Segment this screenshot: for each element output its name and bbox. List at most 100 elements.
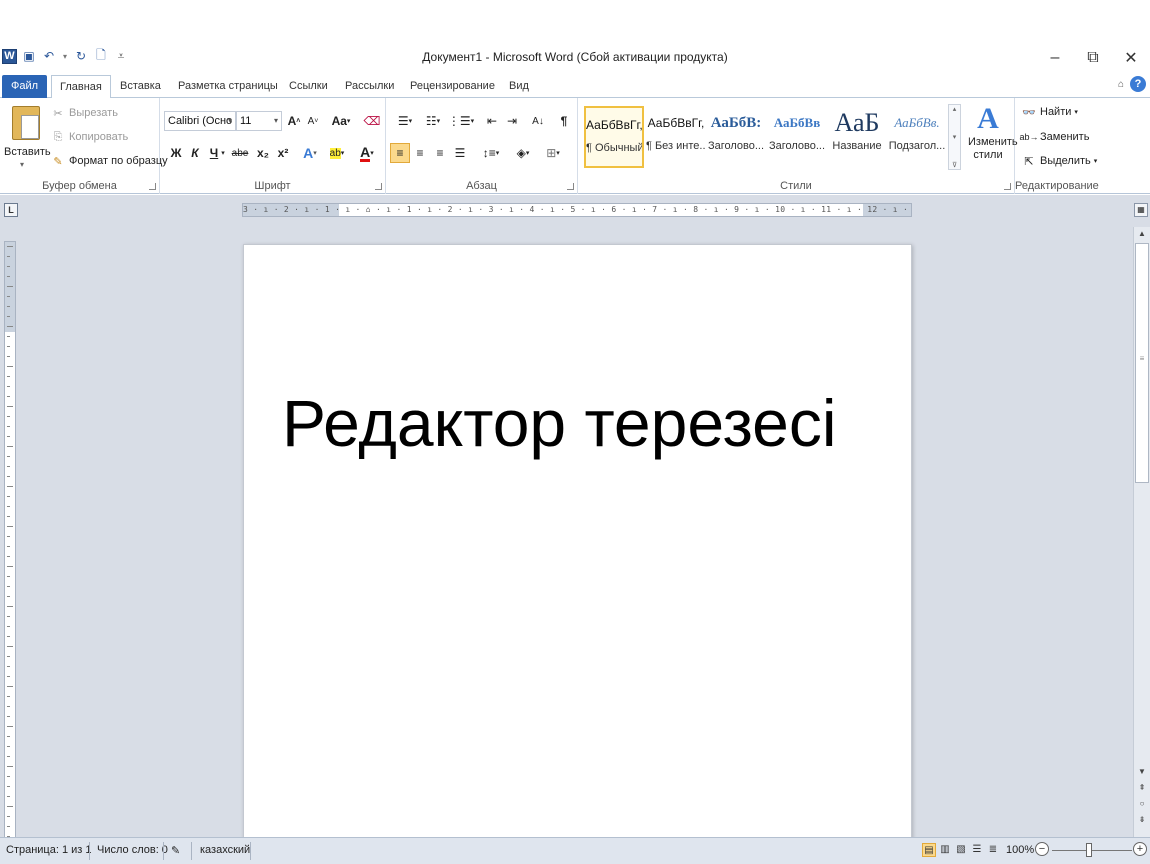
- decrease-indent-button[interactable]: ⇤: [482, 111, 502, 131]
- text-effects-button[interactable]: A ▾: [300, 143, 320, 163]
- line-spacing-button[interactable]: ↕≡ ▾: [478, 143, 504, 163]
- draft-icon[interactable]: ≣: [986, 843, 1000, 857]
- tab-selector[interactable]: L: [4, 203, 18, 217]
- italic-button[interactable]: К: [185, 143, 205, 163]
- zoom-in-icon[interactable]: +: [1133, 842, 1147, 856]
- scroll-down-icon[interactable]: ▼: [1134, 765, 1150, 779]
- print-layout-icon[interactable]: ▤: [922, 843, 936, 857]
- proofing-icon[interactable]: ✎: [171, 844, 180, 857]
- tab-insert[interactable]: Вставка: [112, 75, 169, 98]
- style-no-spacing[interactable]: АаБбВвГг, ¶ Без инте...: [646, 106, 706, 168]
- previous-page-icon[interactable]: ⇞: [1134, 781, 1150, 795]
- tab-home[interactable]: Главная: [51, 75, 111, 99]
- strikethrough-button[interactable]: abe: [230, 143, 250, 163]
- vertical-ruler[interactable]: [4, 241, 16, 841]
- styles-gallery-scroll[interactable]: ▴ ▾ ⊽: [948, 104, 961, 170]
- subscript-button[interactable]: x₂: [253, 143, 273, 163]
- show-marks-button[interactable]: ¶: [554, 111, 574, 131]
- scroll-thumb[interactable]: ≡: [1135, 243, 1149, 483]
- font-color-button[interactable]: A ▾: [355, 143, 379, 163]
- font-name-combo[interactable]: Calibri (Осно ▾: [164, 111, 236, 131]
- zoom-slider-track[interactable]: [1052, 850, 1132, 851]
- document-page[interactable]: Редактор терезесі: [243, 244, 912, 844]
- word-count[interactable]: Число слов: 0: [97, 844, 168, 856]
- change-styles-button[interactable]: A Изменить стили: [964, 102, 1018, 174]
- justify-button[interactable]: ☰: [450, 143, 470, 163]
- minimize-icon[interactable]: –: [1036, 44, 1074, 72]
- align-right-button[interactable]: ≡: [430, 143, 450, 163]
- font-launcher-icon[interactable]: [375, 183, 382, 190]
- paragraph-group: ☰ ▾ ☷ ▾ ⋮☰ ▾ ⇤ ⇥ А↓ ¶ ≡ ≡ ≡ ☰ ↕≡ ▾ ◈ ▾ ⊞ ▾ Абз…: [386, 98, 578, 194]
- vertical-scrollbar[interactable]: ▲ ≡ ▼ ⇞ ○ ⇟: [1133, 227, 1150, 837]
- page-count[interactable]: Страница: 1 из 1: [6, 844, 92, 856]
- tab-references[interactable]: Ссылки: [281, 75, 336, 98]
- find-button[interactable]: 👓 Найти ▾: [1021, 104, 1078, 120]
- find-label: Найти: [1040, 106, 1072, 118]
- bullets-button[interactable]: ☰ ▾: [392, 111, 418, 131]
- cut-button[interactable]: ✂ Вырезать: [50, 105, 118, 121]
- outline-icon[interactable]: ☰: [970, 843, 984, 857]
- multilevel-list-button[interactable]: ⋮☰ ▾: [448, 111, 474, 131]
- replace-button[interactable]: ab→ Заменить: [1020, 129, 1090, 145]
- next-page-icon[interactable]: ⇟: [1134, 813, 1150, 827]
- scroll-up-icon[interactable]: ▴: [953, 105, 957, 113]
- paste-button[interactable]: Вставить ▾: [2, 100, 51, 172]
- ruler-tick: [7, 356, 10, 357]
- increase-indent-button[interactable]: ⇥: [502, 111, 522, 131]
- style-title[interactable]: АаБ Название: [827, 106, 887, 168]
- numbering-button[interactable]: ☷ ▾: [420, 111, 446, 131]
- ruler-tick: [7, 536, 10, 537]
- highlight-button[interactable]: ab ▾: [325, 143, 349, 163]
- select-button[interactable]: ⇱ Выделить ▾: [1021, 153, 1097, 169]
- format-painter-button[interactable]: ✎ Формат по образцу: [50, 153, 167, 169]
- zoom-slider-thumb[interactable]: [1086, 843, 1092, 857]
- align-center-button[interactable]: ≡: [410, 143, 430, 163]
- scroll-up-icon[interactable]: ▲: [1134, 227, 1150, 241]
- superscript-button[interactable]: x²: [273, 143, 293, 163]
- bold-button[interactable]: Ж: [166, 143, 186, 163]
- align-left-button[interactable]: ≡: [390, 143, 410, 163]
- minimize-ribbon-icon[interactable]: ⌂: [1118, 79, 1124, 90]
- web-layout-icon[interactable]: ▧: [954, 843, 968, 857]
- ruler-tick: [7, 526, 13, 527]
- help-icon[interactable]: ?: [1130, 76, 1146, 92]
- tab-page-layout[interactable]: Разметка страницы: [170, 75, 286, 98]
- close-icon[interactable]: ✕: [1112, 44, 1150, 72]
- shading-button[interactable]: ◈ ▾: [510, 143, 536, 163]
- style-normal[interactable]: АаБбВвГг, ¶ Обычный: [584, 106, 644, 168]
- tab-mailings[interactable]: Рассылки: [337, 75, 402, 98]
- ruler-tick: [7, 396, 10, 397]
- styles-launcher-icon[interactable]: [1004, 183, 1011, 190]
- ruler-tick: [7, 716, 10, 717]
- change-case-button[interactable]: Aa ▾: [328, 111, 354, 131]
- more-styles-icon[interactable]: ⊽: [952, 161, 957, 169]
- document-text[interactable]: Редактор терезесі: [282, 385, 837, 461]
- full-screen-reading-icon[interactable]: ▥: [938, 843, 952, 857]
- font-size-combo[interactable]: 11 ▾: [236, 111, 282, 131]
- shrink-font-button[interactable]: A ˅: [303, 111, 323, 131]
- style-heading-1[interactable]: АаБбВ: Заголово...: [706, 106, 766, 168]
- clear-formatting-button[interactable]: ⌫: [362, 111, 382, 131]
- style-heading-2[interactable]: АаБбВв Заголово...: [767, 106, 827, 168]
- justify-icon: ☰: [454, 146, 466, 160]
- tab-review[interactable]: Рецензирование: [402, 75, 503, 98]
- tab-file[interactable]: Файл: [2, 75, 47, 98]
- copy-button[interactable]: ⎘ Копировать: [50, 129, 129, 145]
- scroll-down-icon[interactable]: ▾: [953, 133, 957, 141]
- zoom-out-icon[interactable]: −: [1035, 842, 1049, 856]
- restore-icon[interactable]: ⧉: [1074, 44, 1112, 72]
- sort-button[interactable]: А↓: [528, 111, 548, 131]
- style-subtitle[interactable]: АаБбВв. Подзагол...: [887, 106, 947, 168]
- view-ruler-icon[interactable]: ▦: [1134, 203, 1148, 217]
- horizontal-ruler[interactable]: 3 · ı · 2 · ı · 1 · ı · ⌂ · ı · 1 · ı · …: [242, 203, 912, 217]
- grow-font-button[interactable]: A ˄: [284, 111, 304, 131]
- tab-view[interactable]: Вид: [501, 75, 537, 98]
- borders-button[interactable]: ⊞ ▾: [540, 143, 566, 163]
- paragraph-launcher-icon[interactable]: [567, 183, 574, 190]
- select-label: Выделить: [1040, 155, 1091, 167]
- zoom-level[interactable]: 100%: [1006, 844, 1034, 856]
- language-indicator[interactable]: казахский: [200, 844, 250, 856]
- clipboard-launcher-icon[interactable]: [149, 183, 156, 190]
- browse-object-icon[interactable]: ○: [1134, 797, 1150, 811]
- underline-dropdown-icon[interactable]: ▾: [218, 143, 228, 163]
